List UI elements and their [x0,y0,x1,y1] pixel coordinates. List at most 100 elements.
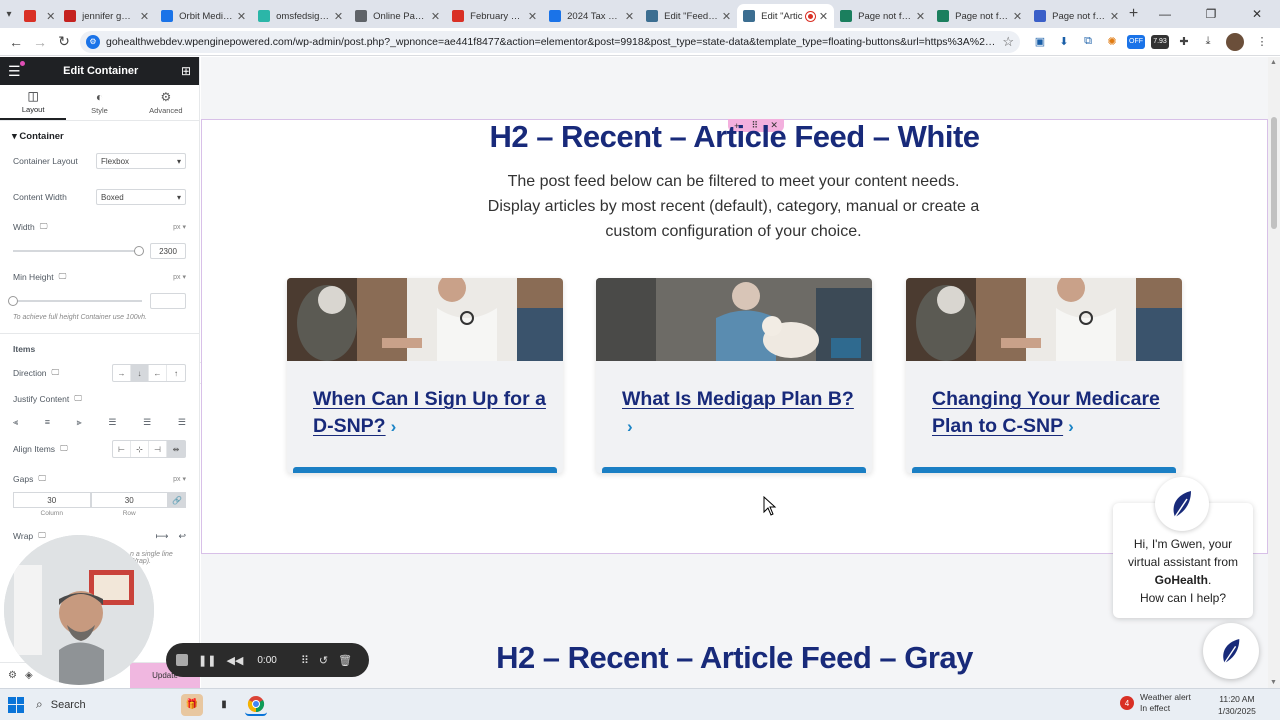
align-stretch-button[interactable]: ⇹ [167,441,185,457]
browser-tab[interactable]: 2024 Tax Doc ✕ [543,4,640,28]
desktop-icon[interactable]: 🖵 [38,474,46,484]
nowrap-button[interactable]: ⟼ [156,531,169,542]
hamburger-menu-icon[interactable]: ☰ [8,60,25,80]
back-button[interactable]: ← [4,34,28,50]
chat-launcher-button[interactable] [1203,623,1259,679]
min-height-unit-select[interactable]: px ▾ [173,273,186,281]
menu-dots-icon[interactable]: ⋮ [1250,35,1274,48]
bookmark-star-icon[interactable]: ☆ [1002,34,1014,50]
align-end-button[interactable]: ⊣ [149,441,167,457]
restart-icon[interactable]: ↺ [319,654,328,667]
chrome-app-icon[interactable] [245,694,267,716]
browser-tab[interactable]: omsfedsigprd ✕ [252,4,349,28]
desktop-icon[interactable]: 🖵 [74,394,82,404]
close-window-button[interactable]: ✕ [1234,7,1280,21]
browser-tab[interactable]: jennifer gentr ✕ [58,4,155,28]
system-clock[interactable]: 11:20 AM 1/30/2025 [1218,693,1256,717]
gap-row-input[interactable]: 30 [90,492,168,508]
download-ext-icon[interactable]: ⬇ [1052,35,1076,48]
profile-avatar[interactable] [1226,32,1244,51]
width-slider[interactable] [13,246,145,256]
browser-tab[interactable]: ✕ [18,4,58,28]
min-height-input[interactable] [150,293,186,309]
desktop-icon[interactable]: 🖵 [59,272,67,282]
width-unit-select[interactable]: px ▾ [173,223,186,231]
article-card[interactable]: When Can I Sign Up for a D-SNP? › [287,278,563,473]
maximize-button[interactable]: ❐ [1188,7,1234,21]
stop-recording-button[interactable] [176,654,188,666]
tab-close-icon[interactable]: ✕ [528,10,537,23]
align-center-button[interactable]: ⊹ [131,441,149,457]
tab-close-icon[interactable]: ✕ [916,10,925,23]
direction-column-reverse-button[interactable]: ↑ [167,365,185,381]
tab-style[interactable]: ◐ Style [66,85,132,120]
downloads-icon[interactable]: ⤓ [1196,35,1220,48]
taskbar-search[interactable]: ⌕ Search [36,697,176,712]
browser-tab[interactable]: Page not foun ✕ [1028,4,1125,28]
tab-close-icon[interactable]: ✕ [431,10,440,23]
tab-close-icon[interactable]: ✕ [819,10,828,23]
justify-space-between-button[interactable]: ☰ [108,417,116,428]
extension-icon[interactable]: ▣ [1028,35,1052,48]
windows-start-icon[interactable] [8,696,24,713]
off-badge-ext-icon[interactable]: OFF [1127,34,1145,49]
browser-tab[interactable]: Edit "Feed Blo ✕ [640,4,737,28]
browser-tab[interactable]: Online Passw ✕ [349,4,446,28]
article-card[interactable]: What Is Medigap Plan B?› [596,278,872,473]
container-section-toggle[interactable]: ▾ Container [0,121,199,148]
tab-layout[interactable]: ◫ Layout [0,85,67,120]
content-width-select[interactable]: Boxed ▾ [96,189,186,205]
browser-tab[interactable]: Page not foun ✕ [834,4,931,28]
browser-tab[interactable]: Page not foun ✕ [931,4,1028,28]
extension-icon[interactable]: ⧉ [1076,35,1100,48]
tab-close-icon[interactable]: ✕ [140,10,149,23]
min-height-slider[interactable] [8,296,142,306]
tab-close-icon[interactable]: ✕ [1110,10,1119,23]
align-start-button[interactable]: ⊢ [113,441,131,457]
drag-handle-icon[interactable]: ⠿ [301,654,309,667]
forward-button[interactable]: → [28,34,52,50]
article-card[interactable]: Changing Your Medicare Plan to C-SNP › [906,278,1182,473]
reload-button[interactable]: ↻ [52,33,76,50]
width-input[interactable]: 2300 [150,243,186,259]
browser-tab-active[interactable]: Edit "Artic ✕ [737,4,835,28]
tab-close-icon[interactable]: ✕ [1013,10,1022,23]
pause-button[interactable]: ❚❚ [198,654,216,667]
colorful-ext-icon[interactable]: ✺ [1100,35,1124,48]
min-height-slider-handle[interactable] [8,296,18,306]
article-title-link[interactable]: What Is Medigap Plan B?› [622,386,857,440]
puzzle-icon[interactable]: ✚ [1172,35,1196,48]
address-bar[interactable]: ⚙ gohealthwebdev.wpenginepowered.com/wp-… [80,30,1020,53]
desktop-icon[interactable]: 🖵 [52,368,60,378]
widgets-app-icon[interactable]: 🎁 [181,693,203,716]
tab-search-button[interactable]: ▾ [0,0,18,28]
justify-space-around-button[interactable]: ☰ [143,417,151,428]
new-tab-button[interactable]: + [1125,5,1142,23]
justify-center-button[interactable]: ≡ [45,417,50,427]
direction-row-button[interactable]: → [113,365,131,381]
url-text[interactable]: gohealthwebdev.wpenginepowered.com/wp-ad… [106,36,996,48]
rewind-button[interactable]: ◀◀ [226,654,243,667]
layers-icon[interactable]: ◈ [25,670,33,681]
scroll-up-arrow[interactable]: ▲ [1270,59,1277,66]
desktop-icon[interactable]: 🖵 [40,222,48,232]
webcam-overlay[interactable] [4,535,154,685]
weather-alert[interactable]: 4 Weather alert In effect [1120,692,1191,714]
browser-tab[interactable]: Orbit Media S ✕ [155,4,252,28]
desktop-icon[interactable]: 🖵 [38,531,46,541]
tab-close-icon[interactable]: ✕ [237,10,246,23]
justify-end-button[interactable]: ⫸ [77,417,82,428]
counter-ext-icon[interactable]: 7.93 [1151,34,1169,49]
tab-close-icon[interactable]: ✕ [334,10,343,23]
gap-column-input[interactable]: 30 [13,492,91,508]
task-view-icon[interactable]: ▮ [213,694,235,716]
tab-close-icon[interactable]: ✕ [625,10,634,23]
minimize-button[interactable]: — [1142,7,1188,21]
article-title-link[interactable]: Changing Your Medicare Plan to C-SNP › [932,386,1167,440]
link-icon[interactable]: 🔗 [168,492,186,508]
wrap-button[interactable]: ↩ [178,531,186,542]
container-layout-select[interactable]: Flexbox ▾ [96,153,186,169]
direction-column-button[interactable]: ↓ [131,365,149,381]
scrollbar-thumb[interactable] [1271,117,1277,229]
gaps-unit-select[interactable]: px ▾ [173,475,186,483]
